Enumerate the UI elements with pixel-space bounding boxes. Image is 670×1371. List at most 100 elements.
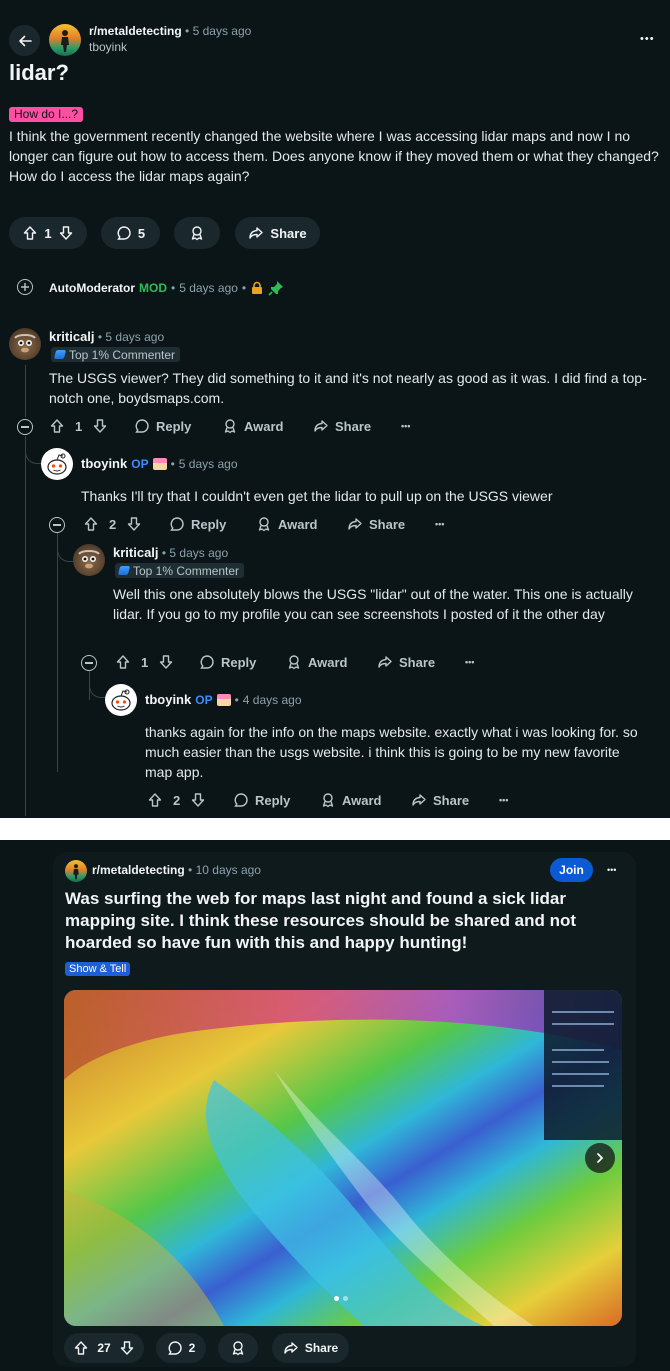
reply-icon (234, 793, 248, 807)
pin-icon (268, 281, 284, 296)
avatar[interactable] (73, 544, 105, 576)
reply-label: Reply (191, 516, 227, 532)
share-label: Share (399, 654, 436, 670)
comment-author[interactable]: kriticalj (49, 329, 95, 344)
upvote-icon[interactable] (22, 225, 38, 241)
upvote-icon[interactable] (83, 516, 99, 532)
award-label: Award (244, 418, 284, 434)
downvote-icon[interactable] (126, 516, 142, 532)
join-button[interactable]: Join (550, 858, 593, 882)
upvote-icon[interactable] (49, 418, 65, 434)
reply-button[interactable]: Reply (233, 792, 290, 808)
comment-author[interactable]: tboyink (81, 456, 127, 471)
next-image-button[interactable] (585, 1143, 615, 1173)
more-button[interactable]: ••• (465, 657, 474, 667)
award-label: Award (278, 516, 318, 532)
downvote-icon[interactable] (58, 225, 74, 241)
downvote-icon[interactable] (119, 1340, 135, 1356)
share-button[interactable]: Share (411, 792, 469, 808)
award-button[interactable]: Award (222, 418, 284, 434)
post-meta: r/metaldetecting • 5 days ago (89, 24, 252, 38)
post-body: I think the government recently changed … (9, 128, 659, 184)
card-subreddit[interactable]: r/metaldetecting (92, 863, 185, 877)
back-arrow-icon (18, 35, 32, 46)
avatar[interactable] (9, 328, 41, 360)
more-button[interactable]: ••• (401, 421, 410, 431)
downvote-icon[interactable] (190, 792, 206, 808)
card-title[interactable]: Was surfing the web for maps last night … (65, 888, 620, 954)
downvote-icon[interactable] (158, 654, 174, 670)
automod-time: 5 days ago (179, 281, 238, 295)
automod-name[interactable]: AutoModerator (49, 281, 135, 295)
award-icon (224, 419, 236, 434)
card-share-label: Share (304, 1341, 339, 1355)
avatar[interactable] (41, 448, 73, 480)
comment-author[interactable]: kriticalj (113, 545, 159, 560)
post-comments-button[interactable]: 5 (101, 217, 160, 249)
more-button[interactable]: ••• (435, 519, 444, 529)
card-more-button[interactable]: ••• (607, 865, 616, 875)
reply-label: Reply (255, 792, 291, 808)
share-button[interactable]: Share (313, 418, 371, 434)
share-button[interactable]: Share (347, 516, 405, 532)
thread-connector (25, 440, 41, 464)
thread-connector (89, 676, 105, 698)
card-flair[interactable]: Show & Tell (65, 962, 131, 976)
post-share-button[interactable]: Share (235, 217, 320, 249)
collapse-icon[interactable] (17, 419, 33, 435)
comment-meta: kriticalj • 5 days ago (113, 545, 229, 560)
reply-button[interactable]: Reply (199, 654, 256, 670)
award-button[interactable]: Award (320, 792, 382, 808)
post-award-button[interactable] (174, 217, 220, 249)
share-icon (378, 656, 392, 668)
upvote-icon[interactable] (73, 1340, 89, 1356)
reply-button[interactable]: Reply (169, 516, 226, 532)
comment-time: 5 days ago (178, 456, 238, 471)
award-icon (322, 793, 334, 808)
more-button[interactable]: ••• (499, 795, 508, 805)
comment-meta: kriticalj • 5 days ago (49, 329, 165, 344)
card-award-button[interactable] (218, 1333, 258, 1363)
share-icon (314, 420, 328, 432)
upvote-icon[interactable] (147, 792, 163, 808)
reply-label: Reply (156, 418, 192, 434)
collapse-icon[interactable] (81, 655, 97, 671)
share-button[interactable]: Share (377, 654, 435, 670)
award-button[interactable]: Award (286, 654, 348, 670)
op-badge: OP (131, 456, 149, 471)
lidar-map-image[interactable] (64, 990, 622, 1326)
card-time: 10 days ago (195, 863, 261, 877)
downvote-icon[interactable] (92, 418, 108, 434)
comment-vote-count: 1 (141, 654, 149, 670)
cake-icon (216, 693, 231, 706)
back-button[interactable] (9, 25, 40, 56)
comment-icon (117, 226, 131, 240)
comment-body: Thanks I'll try that I couldn't even get… (81, 488, 553, 504)
card-comments-button[interactable]: 2 (156, 1333, 206, 1363)
comment-vote: 2 (147, 792, 206, 808)
screenshot-divider (0, 818, 670, 840)
post-flair[interactable]: How do I...? (9, 107, 84, 122)
comment-body: Well this one absolutely blows the USGS … (113, 586, 633, 622)
top-commenter-badge: Top 1% Commenter (51, 347, 181, 362)
award-button[interactable]: Award (256, 516, 318, 532)
collapse-icon[interactable] (49, 517, 65, 533)
upvote-icon[interactable] (115, 654, 131, 670)
post-more-button[interactable]: ••• (640, 33, 655, 45)
reply-button[interactable]: Reply (134, 418, 191, 434)
subreddit-avatar[interactable] (65, 860, 87, 882)
post-author[interactable]: tboyink (89, 40, 127, 54)
award-icon (288, 655, 300, 670)
expand-icon[interactable] (17, 279, 33, 295)
comment-author[interactable]: tboyink (145, 692, 191, 707)
subreddit-avatar[interactable] (49, 24, 81, 56)
award-label: Award (342, 792, 382, 808)
subreddit-link[interactable]: r/metaldetecting (89, 24, 182, 38)
post-time: 5 days ago (192, 24, 252, 38)
comment-vote-count: 1 (75, 418, 83, 434)
card-share-button[interactable]: Share (272, 1333, 349, 1363)
carousel-dot (343, 1296, 348, 1301)
avatar[interactable] (105, 684, 137, 716)
thread-line (25, 365, 26, 417)
mod-badge: MOD (139, 281, 167, 295)
